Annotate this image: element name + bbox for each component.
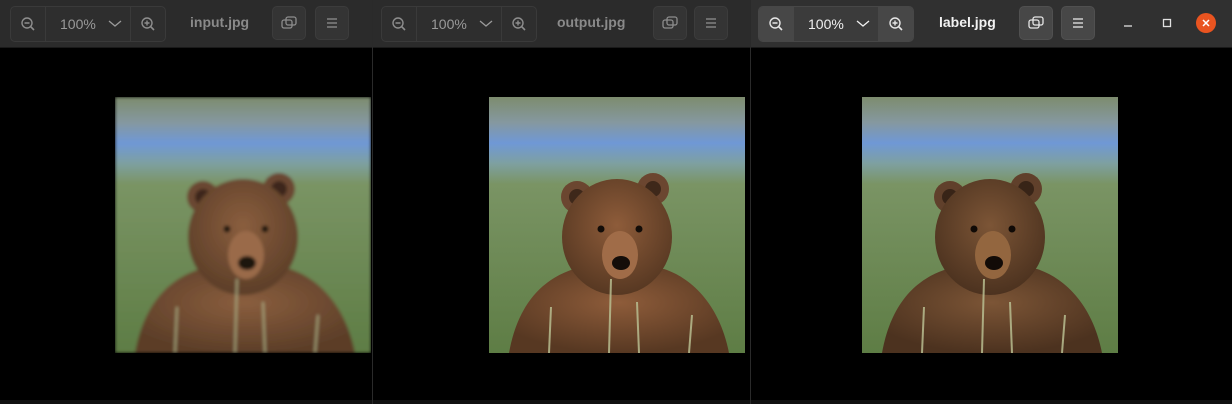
chevron-down-icon <box>856 20 870 27</box>
maximize-icon <box>1162 18 1172 28</box>
main-menu-button[interactable] <box>1061 6 1095 40</box>
fit-to-window-icon <box>1028 16 1044 29</box>
zoom-level-dropdown[interactable]: 100% <box>45 7 131 41</box>
fit-to-window-button[interactable] <box>1019 6 1053 40</box>
chevron-down-icon <box>108 20 122 27</box>
zoom-out-button[interactable] <box>11 7 45 41</box>
zoom-out-button[interactable] <box>382 7 416 41</box>
zoom-in-icon <box>512 17 526 31</box>
minimize-button[interactable] <box>1117 12 1139 34</box>
fit-to-window-icon <box>281 16 297 29</box>
fit-to-window-button[interactable] <box>653 6 687 40</box>
window-title: output.jpg <box>557 14 626 30</box>
hamburger-menu-icon <box>327 18 337 28</box>
header-bar: 100% label.jpg <box>751 0 1232 48</box>
status-strip <box>751 400 1232 404</box>
window-title: input.jpg <box>190 14 250 30</box>
hamburger-menu-icon <box>706 18 716 28</box>
displayed-image <box>115 97 371 353</box>
zoom-in-button[interactable] <box>502 7 536 41</box>
zoom-out-button[interactable] <box>759 7 793 41</box>
zoom-level-dropdown[interactable]: 100% <box>793 7 879 41</box>
status-strip <box>373 400 750 404</box>
zoom-level-value: 100% <box>808 16 844 32</box>
close-icon <box>1202 19 1210 27</box>
zoom-out-icon <box>21 17 35 31</box>
bear-photo <box>115 97 371 353</box>
zoom-in-button[interactable] <box>131 7 165 41</box>
bear-photo <box>489 97 745 353</box>
image-viewer-window-input: 100% input.jpg <box>0 0 372 404</box>
zoom-control: 100% <box>758 6 914 42</box>
zoom-out-icon <box>769 17 783 31</box>
displayed-image <box>862 97 1118 353</box>
zoom-level-value: 100% <box>431 16 467 32</box>
zoom-level-value: 100% <box>60 16 96 32</box>
close-button[interactable] <box>1195 12 1217 34</box>
window-title: label.jpg <box>939 14 996 30</box>
zoom-in-button[interactable] <box>879 7 913 41</box>
image-viewer-window-output: 100% output.jpg <box>372 0 750 404</box>
bear-photo <box>862 97 1118 353</box>
hamburger-menu-icon <box>1073 18 1083 28</box>
displayed-image <box>489 97 745 353</box>
fit-to-window-icon <box>662 16 678 29</box>
zoom-out-icon <box>392 17 406 31</box>
zoom-in-icon <box>141 17 155 31</box>
header-bar: 100% output.jpg <box>373 0 750 48</box>
zoom-level-dropdown[interactable]: 100% <box>416 7 502 41</box>
header-bar: 100% input.jpg <box>0 0 372 48</box>
zoom-in-icon <box>889 17 903 31</box>
image-viewer-window-label: 100% label.jpg <box>750 0 1232 404</box>
maximize-button[interactable] <box>1156 12 1178 34</box>
main-menu-button[interactable] <box>694 6 728 40</box>
main-menu-button[interactable] <box>315 6 349 40</box>
close-button-circle <box>1196 13 1216 33</box>
status-strip <box>0 400 372 404</box>
zoom-control: 100% <box>381 6 537 42</box>
minimize-icon <box>1124 25 1132 27</box>
zoom-control: 100% <box>10 6 166 42</box>
chevron-down-icon <box>479 20 493 27</box>
fit-to-window-button[interactable] <box>272 6 306 40</box>
